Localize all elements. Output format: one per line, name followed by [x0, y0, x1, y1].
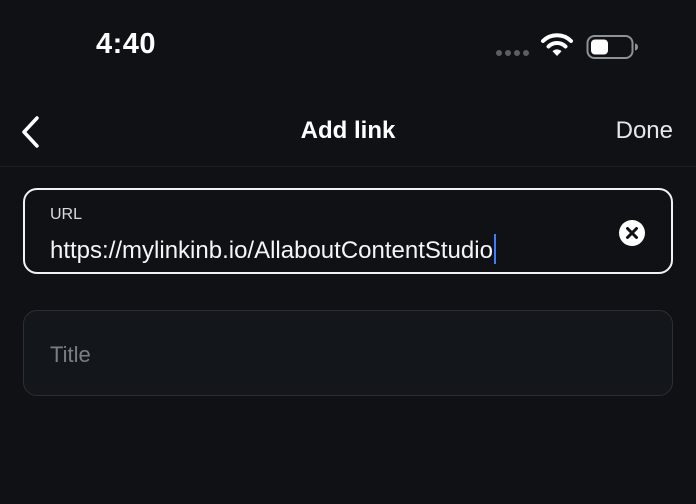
- nav-divider: [0, 166, 696, 167]
- add-link-screen: 4:40 Add link Done URL https://mylinkinb…: [0, 0, 696, 504]
- url-input-text: https://mylinkinb.io/AllaboutContentStud…: [50, 237, 493, 264]
- done-button[interactable]: Done: [616, 117, 673, 145]
- clear-icon[interactable]: [619, 220, 645, 246]
- url-field-label: URL: [50, 206, 83, 223]
- battery-icon: [586, 35, 638, 59]
- text-caret: [493, 234, 496, 264]
- page-title: Add link: [300, 117, 396, 144]
- wifi-icon: [541, 33, 573, 56]
- title-field[interactable]: Title: [23, 310, 673, 396]
- status-time: 4:40: [96, 28, 157, 60]
- title-input-placeholder: Title: [50, 342, 91, 367]
- url-field[interactable]: URL https://mylinkinb.io/AllaboutContent…: [23, 188, 673, 274]
- cellular-signal-icon: [496, 50, 529, 56]
- url-input[interactable]: https://mylinkinb.io/AllaboutContentStud…: [50, 234, 496, 265]
